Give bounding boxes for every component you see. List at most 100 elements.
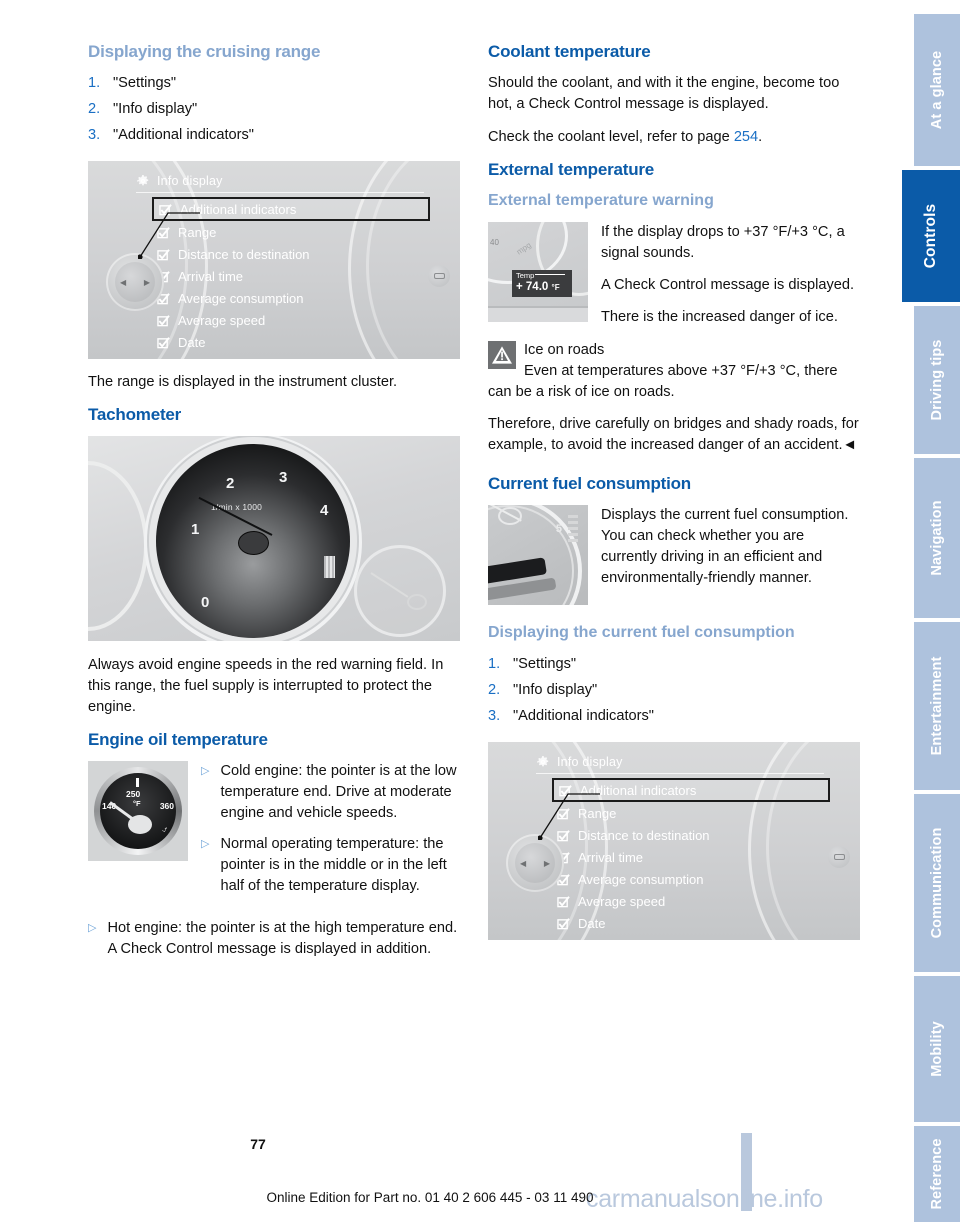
idrive-controller[interactable]: ◀ ▶ (506, 834, 564, 893)
idrive-side-button[interactable] (828, 846, 850, 869)
list-item-label: Range (578, 805, 617, 821)
list-item-label: Average consumption (178, 290, 304, 306)
ext-temp-body-3: There is the increased danger of ice. (601, 308, 838, 325)
scale-number: 40 (490, 238, 499, 248)
idrive-title: Info display (157, 173, 223, 188)
gauge-face: 250 °F 140 360 ⍻ (100, 773, 176, 850)
section-heading-engine-oil-temperature: Engine oil temperature (88, 729, 268, 749)
sidebar-item-mobility[interactable]: Mobility (914, 976, 960, 1122)
list-item-label: Arrival time (578, 849, 644, 865)
fuel-consumption-gauge-image: 5 (488, 505, 588, 606)
list-item-average-consumption[interactable]: Average consumption (552, 868, 830, 890)
fuel-consumption-text: Displays the current fuel consumption. Y… (601, 505, 860, 588)
page-reference-link[interactable]: 254 (734, 129, 758, 145)
sidebar-item-navigation[interactable]: Navigation (914, 458, 960, 618)
list-item: 3. "Additional indicators" (88, 125, 460, 147)
sidebar-item-reference[interactable]: Reference (914, 1126, 960, 1222)
chevron-left-icon: ◀ (520, 858, 527, 868)
list-item-average-consumption[interactable]: Average consumption (152, 287, 430, 309)
fuel-gauge-small-dial (354, 545, 446, 638)
list-item-range[interactable]: Range (552, 802, 830, 824)
section-heading-coolant-temperature: Coolant temperature (488, 42, 651, 61)
list-item-average-speed[interactable]: Average speed (552, 890, 830, 912)
tach-red-warning-field (324, 556, 335, 579)
list-item-date[interactable]: Date (552, 912, 830, 934)
ext-temp-body-2: A Check Control message is displayed. (601, 277, 855, 294)
list-item-label: Average consumption (578, 871, 704, 887)
sidebar-item-controls[interactable]: Controls (902, 170, 960, 302)
list-item-label: Additional indicators (180, 201, 297, 217)
idrive-header: Info display (536, 750, 824, 775)
small-dial-hub (407, 594, 427, 611)
idrive-menu-list: Additional indicators Range Distance to … (152, 197, 430, 353)
tab-label: Entertainment (929, 656, 945, 756)
oil-can-icon: ⍻ (162, 824, 167, 835)
small-dial-needle (370, 572, 409, 599)
idrive-title: Info display (557, 754, 623, 769)
checkbox-checked-icon (157, 314, 170, 327)
warning-title: Ice on roads (524, 341, 605, 358)
warning-body-2: Therefore, drive carefully on bridges an… (488, 416, 859, 454)
list-item-date[interactable]: Date (152, 331, 430, 353)
step-number: 3. (488, 708, 501, 725)
list-item: 1. "Settings" (488, 654, 860, 676)
external-temperature-text: If the display drops to +37 °F/+3 °C, a … (601, 222, 860, 327)
oil-gauge-high-value: 360 (159, 801, 174, 812)
step-text: "Settings" (513, 656, 577, 673)
controller-inner-knob: ◀ ▶ (515, 843, 555, 884)
list-item-label: Average speed (578, 893, 666, 909)
external-temperature-row: 40 mpg Temp + 74.0 °F If the display dro… (488, 222, 860, 327)
coolant-body-1: Should the coolant, and with it the engi… (488, 75, 840, 113)
left-column: Displaying the cruising range 1. "Settin… (88, 42, 460, 970)
checkbox-checked-icon (157, 336, 170, 349)
engine-oil-row: 250 °F 140 360 ⍻ ▷ Cold engine: the poin… (88, 761, 460, 906)
list-item-distance-to-destination[interactable]: Distance to destination (152, 243, 430, 265)
step-number: 3. (88, 127, 101, 144)
temperature-lcd-panel: Temp + 74.0 °F (512, 270, 572, 298)
coolant-body-2-pre: Check the coolant level, refer to page (488, 129, 734, 146)
tach-number-4: 4 (320, 502, 329, 520)
chevron-left-icon: ◀ (120, 277, 127, 287)
idrive-side-button[interactable] (428, 265, 450, 288)
list-item-arrival-time[interactable]: Arrival time (152, 265, 430, 287)
engine-oil-bullets-indented: ▷ Cold engine: the pointer is at the low… (201, 761, 460, 906)
list-item-additional-indicators[interactable]: Additional indicators (552, 778, 830, 803)
list-item-distance-to-destination[interactable]: Distance to destination (552, 824, 830, 846)
oil-gauge-unit: °F (133, 799, 141, 809)
checkbox-checked-icon (557, 895, 570, 908)
controller-inner-knob: ◀ ▶ (115, 262, 155, 303)
oil-temperature-gauge-image: 250 °F 140 360 ⍻ (88, 761, 188, 862)
list-item: 1. "Settings" (88, 73, 460, 95)
list-item-arrival-time[interactable]: Arrival time (552, 846, 830, 868)
fuel-consumption-body: Displays the current fuel consumption. Y… (601, 507, 849, 587)
step-number: 1. (488, 656, 501, 673)
list-item-range[interactable]: Range (152, 221, 430, 243)
list-item: ▷ Normal operating temperature: the poin… (201, 834, 460, 897)
step-text: "Info display" (513, 682, 598, 699)
idrive-controller[interactable]: ◀ ▶ (106, 253, 164, 312)
cruising-range-caption: The range is displayed in the instrument… (88, 374, 398, 391)
sidebar-item-at-a-glance[interactable]: At a glance (914, 14, 960, 166)
external-temperature-display-image: 40 mpg Temp + 74.0 °F (488, 222, 588, 323)
list-item-label: Distance to destination (178, 246, 310, 262)
manual-page: Displaying the cruising range 1. "Settin… (0, 0, 960, 1222)
triangle-bullet-icon: ▷ (201, 765, 210, 778)
chapter-tab-sidebar: At a glance Controls Driving tips Naviga… (898, 0, 960, 1222)
list-item-additional-indicators[interactable]: Additional indicators (152, 197, 430, 222)
fuel-consumption-steps: 1. "Settings" 2. "Info display" 3. "Addi… (488, 654, 860, 728)
tachometer-image: 0 1 2 3 4 5 1/min x 1000 (88, 436, 460, 642)
step-number: 2. (488, 682, 501, 699)
sidebar-item-entertainment[interactable]: Entertainment (914, 622, 960, 790)
button-glyph-icon (433, 273, 445, 280)
sidebar-item-driving-tips[interactable]: Driving tips (914, 306, 960, 454)
idrive-header: Info display (136, 169, 424, 194)
section-heading-current-fuel-consumption: Current fuel consumption (488, 474, 691, 494)
sidebar-item-communication[interactable]: Communication (914, 794, 960, 972)
warning-body-1: Even at temperatures above +37 °F/+3 °C,… (488, 362, 838, 400)
ice-on-roads-warning: Ice on roads Even at temperatures above … (488, 340, 860, 456)
checkbox-checked-icon (157, 226, 170, 239)
engine-oil-bullet-list: ▷ Cold engine: the pointer is at the low… (201, 761, 460, 896)
ext-temp-body-1: If the display drops to +37 °F/+3 °C, a … (601, 224, 845, 262)
list-item-average-speed[interactable]: Average speed (152, 309, 430, 331)
tach-number-0: 0 (201, 594, 210, 612)
